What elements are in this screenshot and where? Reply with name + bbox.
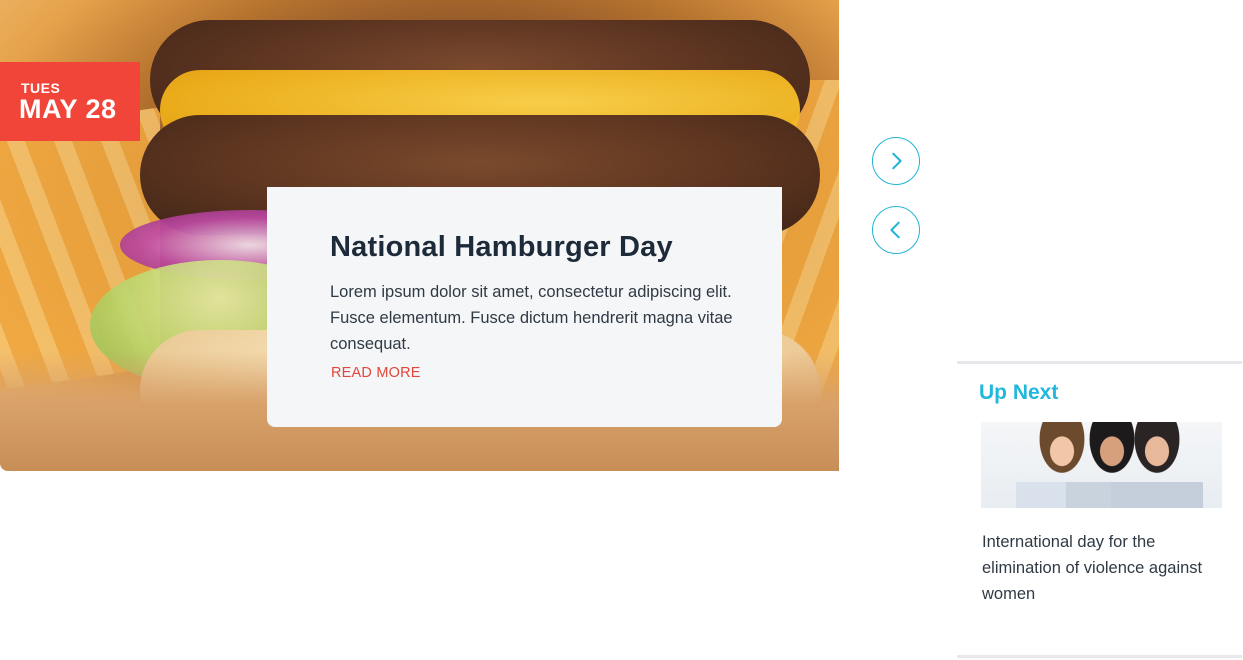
chevron-left-icon [890,221,900,239]
feature-card: National Hamburger Day Lorem ipsum dolor… [267,187,782,427]
next-button[interactable] [872,137,920,185]
date-badge: TUES MAY 28 [0,62,140,141]
read-more-link[interactable]: READ MORE [331,365,421,381]
up-next-thumbnail[interactable] [981,422,1222,508]
up-next-panel: Up Next International day for the elimin… [957,361,1242,658]
feature-body: Lorem ipsum dolor sit amet, consectetur … [330,283,733,353]
date-day: MAY 28 [19,94,117,124]
prev-button[interactable] [872,206,920,254]
up-next-heading: Up Next [979,381,1059,404]
chevron-right-icon [892,152,902,170]
feature-title: National Hamburger Day [330,231,673,263]
up-next-caption[interactable]: International day for the elimination of… [982,529,1212,607]
thumb-person [1111,422,1203,508]
